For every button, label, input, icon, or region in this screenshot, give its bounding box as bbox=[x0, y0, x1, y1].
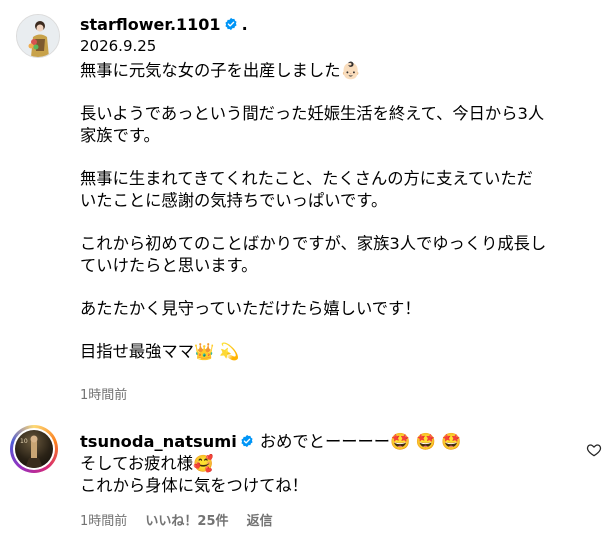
post-date: 2026.9.25 bbox=[80, 37, 157, 55]
caption-line: 無事に生まれてきてくれたこと、たくさんの方に支えていただ bbox=[80, 169, 533, 188]
comment-likes-count[interactable]: いいね！25件 bbox=[145, 514, 228, 529]
caption-line: 家族です。 bbox=[80, 126, 160, 145]
caption-line: いたことに感謝の気持ちでいっぱいです。 bbox=[80, 191, 388, 210]
header-separator: . bbox=[241, 15, 248, 34]
caption-line: 無事に元気な女の子を出産しました👶🏻 bbox=[80, 61, 361, 80]
like-comment-heart-icon[interactable] bbox=[586, 442, 602, 458]
caption-line: これから初めてのことばかりですが、家族3人でゆっくり成長し bbox=[80, 234, 547, 253]
commenter-username[interactable]: tsunoda_natsumi bbox=[80, 432, 237, 451]
commenter-avatar[interactable]: 10 bbox=[10, 425, 58, 473]
caption-line: 目指せ最強ママ👑 💫 bbox=[80, 342, 240, 361]
caption-line: あたたかく見守っていただけたら嬉しいです！ bbox=[80, 299, 421, 318]
comment-meta: 1時間前 いいね！25件 返信 bbox=[80, 510, 273, 529]
post-author-username[interactable]: starflower.1101 bbox=[80, 15, 221, 34]
post-caption: 無事に元気な女の子を出産しました👶🏻 長いようであっという間だった妊娠生活を終え… bbox=[80, 60, 610, 363]
comment-text-line-3: これから身体に気をつけてね！ bbox=[80, 476, 308, 495]
comment-text-line-1: おめでとーーーー🤩 🤩 🤩 bbox=[259, 432, 462, 451]
post-author-avatar[interactable] bbox=[16, 14, 60, 58]
svg-text:10: 10 bbox=[20, 438, 28, 445]
comment-body: tsunoda_natsumi おめでとーーーー🤩 🤩 🤩 そしてお疲れ様🥰 こ… bbox=[80, 431, 580, 497]
caption-line: ていけたらと思います。 bbox=[80, 256, 258, 275]
post-author-header: starflower.1101 . bbox=[80, 15, 248, 35]
commenter-photo: 10 bbox=[15, 430, 53, 468]
verified-badge-icon bbox=[241, 434, 253, 448]
reply-button[interactable]: 返信 bbox=[247, 514, 273, 529]
comment-time-ago[interactable]: 1時間前 bbox=[80, 514, 127, 529]
comment-line-1: tsunoda_natsumi おめでとーーーー🤩 🤩 🤩 bbox=[80, 431, 580, 453]
avatar-illustration bbox=[17, 15, 59, 57]
caption-line: 長いようであっという間だった妊娠生活を終えて、今日から3人 bbox=[80, 104, 545, 123]
comment-text-line-2: そしてお疲れ様🥰 bbox=[80, 454, 214, 473]
verified-badge-icon bbox=[225, 17, 237, 31]
post-time-ago[interactable]: 1時間前 bbox=[80, 384, 127, 403]
